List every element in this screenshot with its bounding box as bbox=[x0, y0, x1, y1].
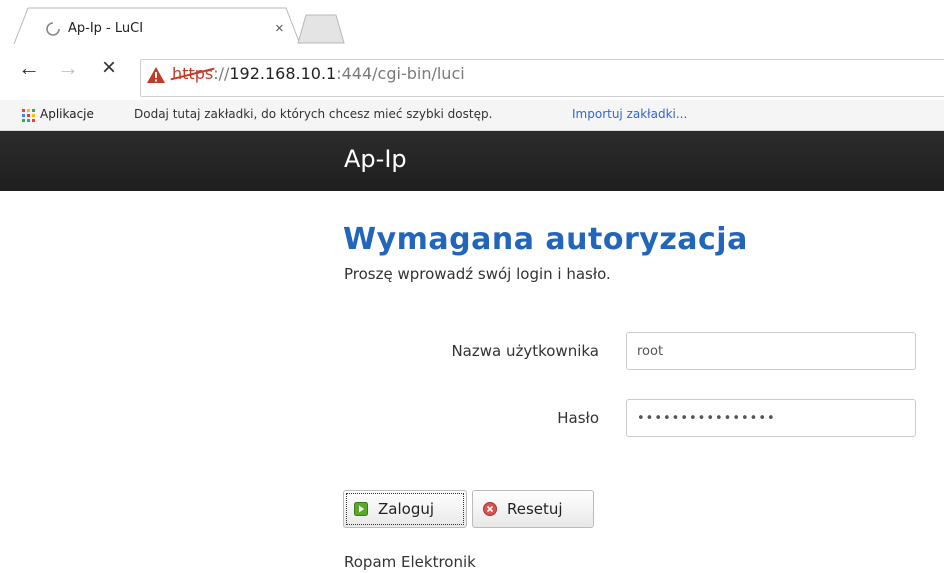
bookmarks-hint: Dodaj tutaj zakładki, do których chcesz … bbox=[134, 107, 493, 121]
username-label: Nazwa użytkownika bbox=[451, 342, 599, 360]
reset-icon bbox=[483, 502, 497, 516]
url-scheme-suffix: :// bbox=[213, 64, 230, 83]
password-label: Hasło bbox=[557, 409, 599, 427]
page-title: Wymagana autoryzacja bbox=[343, 222, 748, 257]
tab-close-button[interactable]: × bbox=[275, 20, 284, 37]
login-button[interactable]: Zaloguj bbox=[343, 490, 467, 528]
footer-text: Ropam Elektronik bbox=[344, 553, 476, 571]
url-scheme: https bbox=[172, 64, 214, 83]
stop-button[interactable]: × bbox=[102, 56, 116, 80]
address-url[interactable]: https://192.168.10.1:444/cgi-bin/luci bbox=[172, 64, 465, 83]
url-path: :444/cgi-bin/luci bbox=[336, 64, 465, 83]
brand-link[interactable]: Ap-Ip bbox=[344, 145, 407, 173]
warning-icon[interactable] bbox=[146, 66, 166, 84]
login-subtitle: Proszę wprowadź swój login i hasło. bbox=[344, 265, 611, 283]
username-input[interactable] bbox=[626, 332, 916, 370]
login-icon bbox=[354, 502, 368, 516]
page-header: Ap-Ip bbox=[0, 131, 944, 191]
import-bookmarks-link[interactable]: Importuj zakładki... bbox=[572, 107, 687, 121]
reset-button[interactable]: Resetuj bbox=[472, 490, 594, 528]
browser-tab-strip: Ap-Ip - LuCI × bbox=[0, 0, 944, 44]
apps-bookmark[interactable]: Aplikacje bbox=[40, 107, 94, 121]
password-input[interactable] bbox=[626, 399, 916, 437]
apps-grid-icon[interactable] bbox=[22, 109, 35, 122]
tab-title: Ap-Ip - LuCI bbox=[68, 21, 144, 36]
url-host: 192.168.10.1 bbox=[229, 64, 337, 83]
bookmarks-bar: Aplikacje Dodaj tutaj zakładki, do który… bbox=[0, 100, 944, 131]
browser-tab[interactable]: Ap-Ip - LuCI × bbox=[12, 7, 302, 44]
forward-button[interactable]: → bbox=[57, 57, 79, 79]
new-tab-button[interactable] bbox=[296, 14, 346, 44]
reset-button-label: Resetuj bbox=[507, 500, 563, 518]
login-button-label: Zaloguj bbox=[378, 500, 435, 518]
spinner-icon bbox=[46, 22, 60, 36]
back-button[interactable]: ← bbox=[18, 57, 40, 79]
